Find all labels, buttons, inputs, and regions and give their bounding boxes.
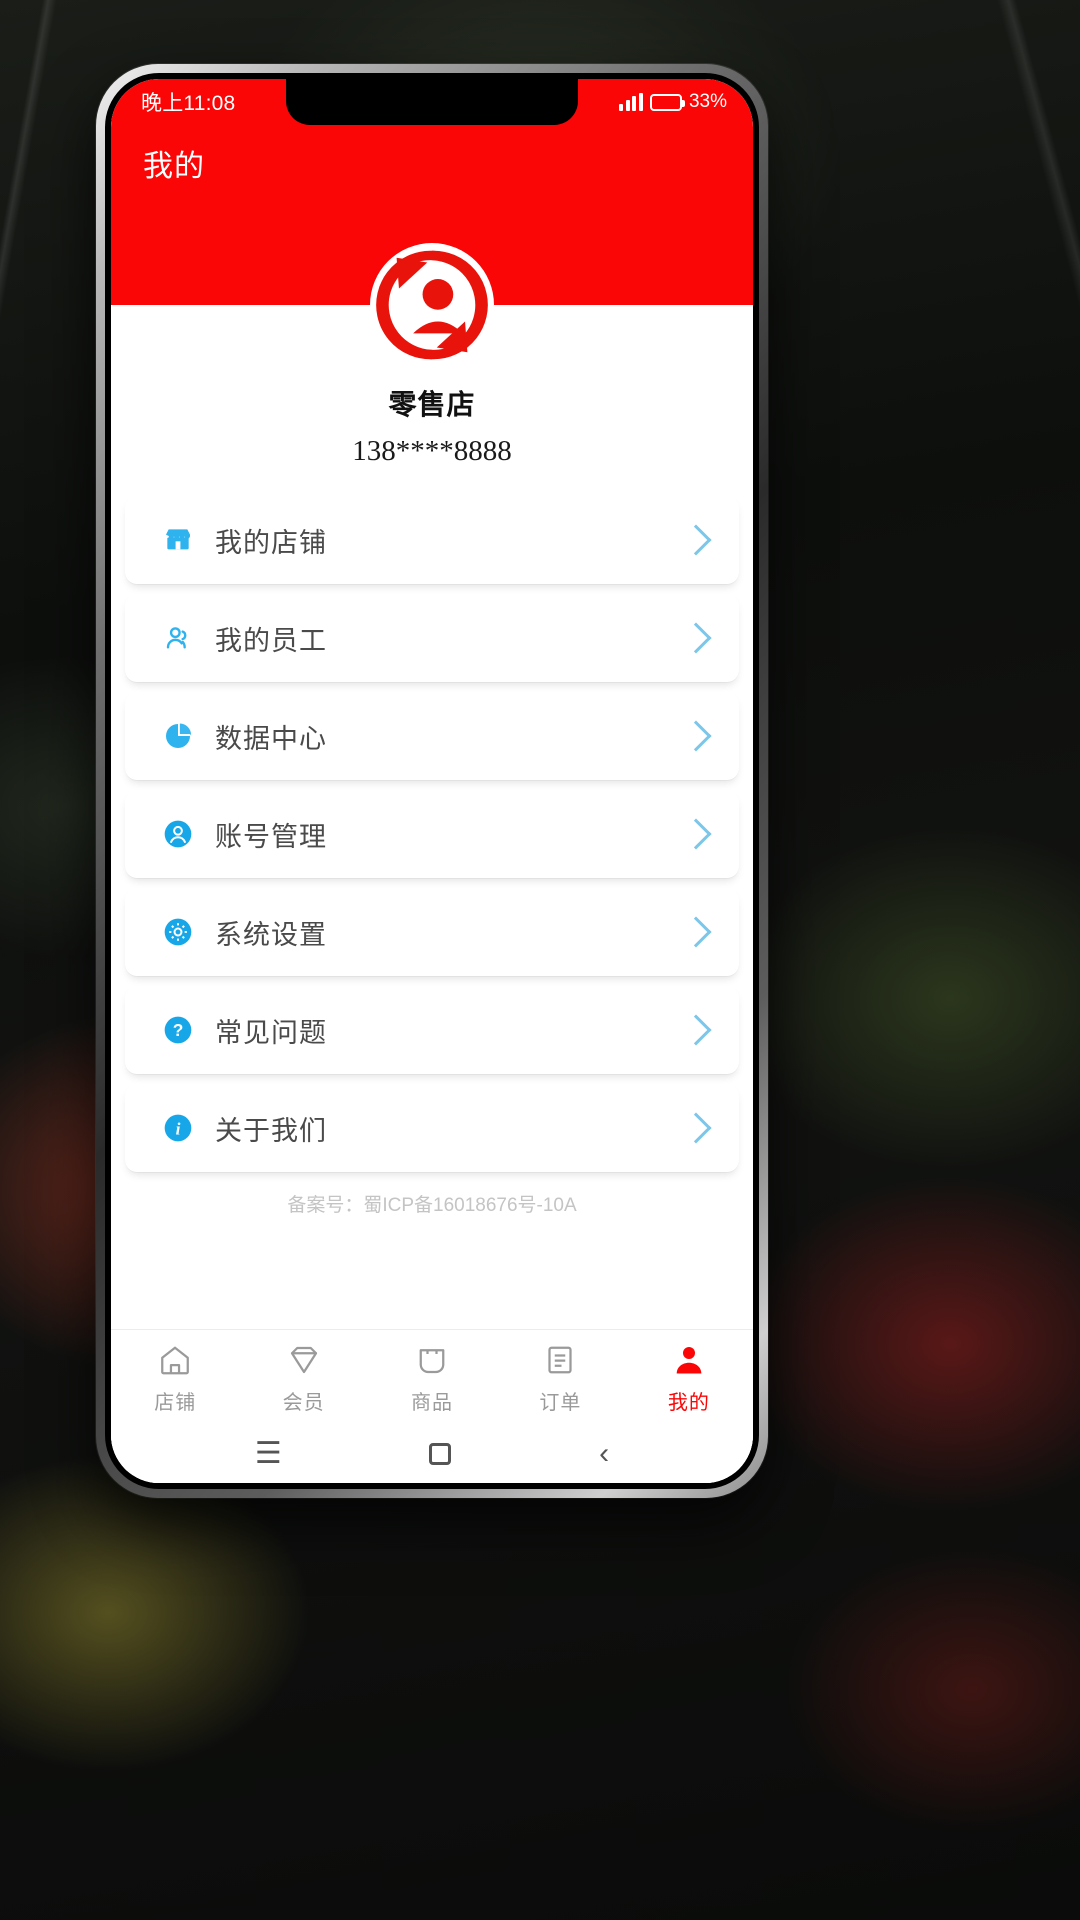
menu-item-data-center[interactable]: 数据中心 xyxy=(125,692,739,780)
people-icon xyxy=(161,621,195,655)
chevron-right-icon xyxy=(680,1112,712,1144)
icp-record-text: 备案号：蜀ICP备16018676号-10A xyxy=(287,1195,577,1216)
menu-item-label: 关于我们 xyxy=(215,1115,327,1146)
tab-products[interactable]: 商品 xyxy=(368,1341,496,1415)
menu-item-label: 我的店铺 xyxy=(215,527,327,558)
shop-name: 零售店 xyxy=(388,389,476,420)
shop-phone: 138****8888 xyxy=(352,435,512,467)
user-circle-icon xyxy=(161,817,195,851)
tab-label: 商品 xyxy=(411,1391,454,1414)
menu-item-about-us[interactable]: i 关于我们 xyxy=(125,1084,739,1172)
tab-label: 我的 xyxy=(667,1391,710,1414)
person-filled-icon xyxy=(671,1341,707,1379)
question-circle-icon: ? xyxy=(161,1013,195,1047)
storefront-icon xyxy=(161,523,195,557)
settings-menu-list: 我的店铺 我的员工 数据中心 账号管理 系统设置 ? 常见问题 i 关于我们 xyxy=(111,496,753,1172)
battery-icon xyxy=(649,93,685,111)
menu-item-label: 账号管理 xyxy=(215,821,327,852)
menu-item-my-store[interactable]: 我的店铺 xyxy=(125,496,739,584)
phone-screen: 晚上11:08 33% 我的 零售店 138****8888 我的店铺 我的员工… xyxy=(111,79,753,1483)
chevron-right-icon xyxy=(680,1014,712,1046)
chevron-right-icon xyxy=(680,524,712,556)
home-icon xyxy=(157,1341,193,1379)
menu-item-label: 数据中心 xyxy=(215,723,327,754)
tab-store[interactable]: 店铺 xyxy=(111,1341,239,1415)
receipt-icon xyxy=(542,1341,578,1379)
diamond-icon xyxy=(286,1341,322,1379)
menu-item-system-settings[interactable]: 系统设置 xyxy=(125,888,739,976)
phone-frame: 晚上11:08 33% 我的 零售店 138****8888 我的店铺 我的员工… xyxy=(96,64,768,1498)
chevron-right-icon xyxy=(680,818,712,850)
android-nav-bar: ☰ ‹ xyxy=(111,1425,753,1483)
user-refresh-logo-icon xyxy=(370,243,494,367)
svg-text:i: i xyxy=(176,1119,181,1138)
menu-item-faq[interactable]: ? 常见问题 xyxy=(125,986,739,1074)
status-bar: 晚上11:08 33% xyxy=(111,79,753,125)
home-square-icon[interactable] xyxy=(429,1443,452,1465)
status-bar-time: 晚上11:08 xyxy=(141,92,236,115)
tab-label: 店铺 xyxy=(154,1391,197,1414)
back-icon[interactable]: ‹ xyxy=(599,1439,609,1469)
menu-item-label: 系统设置 xyxy=(215,919,327,950)
chevron-right-icon xyxy=(680,720,712,752)
menu-item-my-employees[interactable]: 我的员工 xyxy=(125,594,739,682)
phone-bezel: 晚上11:08 33% 我的 零售店 138****8888 我的店铺 我的员工… xyxy=(105,73,759,1489)
status-bar-indicators: 33% xyxy=(619,91,727,113)
bag-icon xyxy=(414,1341,450,1379)
page-title: 我的 xyxy=(143,150,205,183)
tab-label: 会员 xyxy=(282,1391,325,1414)
menu-item-label: 我的员工 xyxy=(215,625,327,656)
chevron-right-icon xyxy=(680,622,712,654)
tab-orders[interactable]: 订单 xyxy=(496,1341,624,1415)
content-panel: 零售店 138****8888 我的店铺 我的员工 数据中心 账号管理 系统设置… xyxy=(111,243,753,1483)
menu-icon[interactable]: ☰ xyxy=(255,1439,282,1469)
battery-percent-label: 33% xyxy=(688,91,727,112)
bottom-tab-bar: 店铺 会员 商品 订单 我的 xyxy=(111,1329,753,1425)
avatar[interactable] xyxy=(370,243,494,367)
info-circle-icon: i xyxy=(161,1111,195,1145)
chevron-right-icon xyxy=(680,916,712,948)
tab-member[interactable]: 会员 xyxy=(239,1341,367,1415)
gear-icon xyxy=(161,915,195,949)
pie-chart-icon xyxy=(161,719,195,753)
signal-bars-icon xyxy=(619,93,643,111)
tab-mine[interactable]: 我的 xyxy=(625,1341,753,1415)
svg-text:?: ? xyxy=(173,1020,184,1040)
tab-label: 订单 xyxy=(539,1391,582,1414)
menu-item-account-management[interactable]: 账号管理 xyxy=(125,790,739,878)
menu-item-label: 常见问题 xyxy=(215,1017,327,1048)
